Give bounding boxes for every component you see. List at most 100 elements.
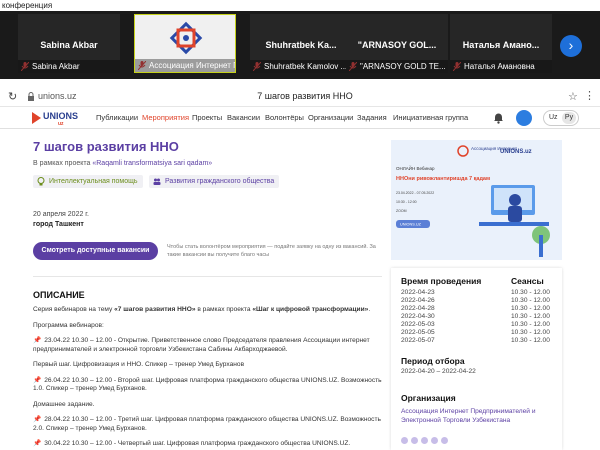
people-icon bbox=[153, 178, 161, 185]
banner-org-right: UNIONS.uz bbox=[500, 149, 532, 155]
site-header: UNIONS uz Публикации Мероприятия Проекты… bbox=[0, 107, 600, 129]
participant-name: Наталья Аманo... bbox=[462, 40, 540, 50]
view-vacancies-button[interactable]: Смотреть доступные вакансии bbox=[33, 242, 158, 260]
event-page: 7 шагов развития ННО В рамках проекта «R… bbox=[0, 130, 600, 450]
participant-label: Ассоциация Интернет П... bbox=[135, 59, 235, 72]
session-date: 2022-05-03 bbox=[401, 321, 435, 328]
selection-heading: Период отбора bbox=[401, 356, 465, 366]
browser-address-bar: ↻ unions.uz 7 шагов развития ННО ☆ ⋮ bbox=[0, 87, 600, 107]
nav-publications[interactable]: Публикации bbox=[96, 113, 138, 122]
session-time: 10.30 - 12.00 bbox=[511, 305, 550, 312]
nav-initiative-group[interactable]: Инициативная группа bbox=[393, 113, 468, 122]
description-body: Серия вебинаров на тему «7 шагов развити… bbox=[33, 306, 385, 450]
event-city: город Ташкент bbox=[33, 221, 84, 228]
reload-icon[interactable]: ↻ bbox=[8, 90, 17, 103]
session-time: 10.30 - 12.00 bbox=[511, 329, 550, 336]
lang-ru[interactable]: Ру bbox=[562, 112, 576, 124]
tag-label: Развития гражданского общества bbox=[165, 178, 275, 185]
loading-dots bbox=[401, 431, 451, 444]
tag-civil-society[interactable]: Развития гражданского общества bbox=[149, 175, 280, 188]
banner-dates: 23.04.2022 - 07.05.2022 bbox=[396, 191, 434, 195]
session-date: 2022-05-05 bbox=[401, 329, 435, 336]
pin-icon: 📌 bbox=[33, 337, 42, 344]
tag-intellectual-help[interactable]: Интеллектуальная помощь bbox=[33, 175, 143, 188]
session-time: 10.30 - 12.00 bbox=[511, 289, 550, 296]
bell-icon[interactable] bbox=[493, 112, 504, 124]
pin-icon: 📌 bbox=[33, 416, 42, 423]
banner-time: 10:30 - 12:00 bbox=[396, 200, 417, 204]
participant-name: "ARNASOY GOL... bbox=[357, 40, 437, 50]
time-heading: Время проведения bbox=[401, 276, 482, 286]
bookmark-icon[interactable]: ☆ bbox=[568, 90, 578, 103]
nav-volunteers[interactable]: Волонтёры bbox=[265, 113, 304, 122]
lang-uz[interactable]: Uz bbox=[549, 114, 558, 121]
lightbulb-icon bbox=[37, 177, 45, 186]
participant-name: Shuhratbek Ka... bbox=[265, 40, 337, 50]
participant-tile-arnasoy[interactable]: "ARNASOY GOL... "ARNASOY GOLD TE... bbox=[346, 14, 448, 73]
tag-label: Интеллектуальная помощь bbox=[49, 178, 138, 185]
description-intro: Серия вебинаров на тему «7 шагов развити… bbox=[33, 306, 371, 313]
screen: конференция Sabina Akbar Sabina Akbar Ас… bbox=[0, 0, 600, 450]
nav-events[interactable]: Мероприятия bbox=[142, 113, 189, 122]
organization-heading: Организация bbox=[401, 393, 456, 403]
pin-icon: 📌 bbox=[33, 376, 42, 384]
selection-range: 2022-04-20 – 2022-04-22 bbox=[401, 368, 476, 375]
participant-tile-natalya[interactable]: Наталья Аманo... Наталья Амановна bbox=[450, 14, 552, 73]
program-item: Домашнее задание. bbox=[33, 400, 95, 408]
site-logo[interactable]: UNIONS uz bbox=[32, 110, 82, 127]
organization-link[interactable]: Ассоциация Интернет Предпринимателей и Э… bbox=[401, 408, 556, 425]
session-time: 10.30 - 12.00 bbox=[511, 297, 550, 304]
banner-headline: ННОни ривожлантиришда 7 қадам bbox=[396, 176, 490, 182]
project-prefix: В рамках проекта bbox=[33, 160, 91, 167]
participant-tile-shuhratbek[interactable]: Shuhratbek Ka... Shuhratbek Kamolov ... bbox=[250, 14, 352, 73]
unions-logo-icon bbox=[32, 112, 41, 124]
session-date: 2022-04-26 bbox=[401, 297, 435, 304]
banner-platform: ZOOM bbox=[396, 209, 407, 213]
participant-label: Sabina Akbar bbox=[18, 60, 120, 73]
session-time: 10.30 - 12.00 bbox=[511, 313, 550, 320]
event-project: В рамках проекта «Raqamli transformatsiy… bbox=[33, 160, 212, 167]
pin-icon: 📌 bbox=[33, 440, 42, 447]
nav-projects[interactable]: Проекты bbox=[192, 113, 222, 122]
participant-label: Наталья Амановна bbox=[450, 60, 552, 73]
sessions-heading: Сеансы bbox=[511, 276, 544, 286]
webinar-banner-illustration: Ассоциация Интернет UNIONS.uz ОНЛАЙН Веб… bbox=[391, 140, 562, 260]
lock-icon bbox=[28, 92, 34, 101]
nav-tasks[interactable]: Задания bbox=[357, 113, 387, 122]
event-banner: Ассоциация Интернет UNIONS.uz ОНЛАЙН Веб… bbox=[391, 140, 562, 260]
banner-button: UNIONS.UZ bbox=[400, 223, 422, 227]
event-date: 20 апреля 2022 г. bbox=[33, 211, 89, 218]
volunteer-note: Чтобы стать волонтёром мероприятия — под… bbox=[167, 244, 376, 258]
divider bbox=[33, 276, 382, 277]
program-item: 📌 28.04.22 10.30 – 12.00 - Третий шаг. Ци… bbox=[33, 416, 381, 432]
session-time: 10.30 - 12.00 bbox=[511, 337, 550, 344]
nav-organizations[interactable]: Организации bbox=[308, 113, 353, 122]
session-time: 10.30 - 12.00 bbox=[511, 321, 550, 328]
participant-label: "ARNASOY GOLD TE... bbox=[346, 60, 448, 73]
description-heading: ОПИСАНИЕ bbox=[33, 290, 85, 300]
user-avatar[interactable] bbox=[516, 110, 532, 126]
participant-tile-sabina[interactable]: Sabina Akbar Sabina Akbar bbox=[18, 14, 120, 73]
brand-domain: uz bbox=[58, 121, 64, 127]
next-participants-button[interactable]: › bbox=[560, 35, 582, 57]
event-info-card: Время проведения Сеансы 2022-04-23 2022-… bbox=[391, 268, 562, 450]
participant-name: Sabina Akbar bbox=[40, 40, 98, 50]
language-switch[interactable]: Uz Ру bbox=[543, 110, 579, 126]
program-item: 📌 23.04.22 10.30 – 12.00 - Открытие. Прив… bbox=[33, 337, 370, 353]
more-menu-icon[interactable]: ⋮ bbox=[584, 89, 595, 102]
program-item: 📌 30.04.22 10.30 – 12.00 - Четвертый шаг.… bbox=[33, 440, 351, 447]
nav-vacancies[interactable]: Вакансии bbox=[227, 113, 260, 122]
participant-label: Shuhratbek Kamolov ... bbox=[250, 60, 352, 73]
project-link[interactable]: «Raqamli transformatsiya sari qadam» bbox=[92, 160, 212, 167]
program-label: Программа вебинаров: bbox=[33, 321, 104, 329]
participant-strip: Sabina Akbar Sabina Akbar Ассоциация Инт… bbox=[0, 11, 600, 79]
session-date: 2022-04-23 bbox=[401, 289, 435, 296]
url-text[interactable]: unions.uz bbox=[38, 91, 77, 101]
program-item: Первый шаг. Цифровизация и ННО. Спикер –… bbox=[33, 361, 245, 368]
participant-tile-association[interactable]: Ассоциация Интернет П... bbox=[134, 14, 236, 73]
session-date: 2022-04-30 bbox=[401, 313, 435, 320]
event-title: 7 шагов развития ННО bbox=[33, 139, 179, 154]
session-date: 2022-04-28 bbox=[401, 305, 435, 312]
association-logo-icon bbox=[169, 21, 203, 55]
app-title: конференция bbox=[0, 0, 600, 11]
